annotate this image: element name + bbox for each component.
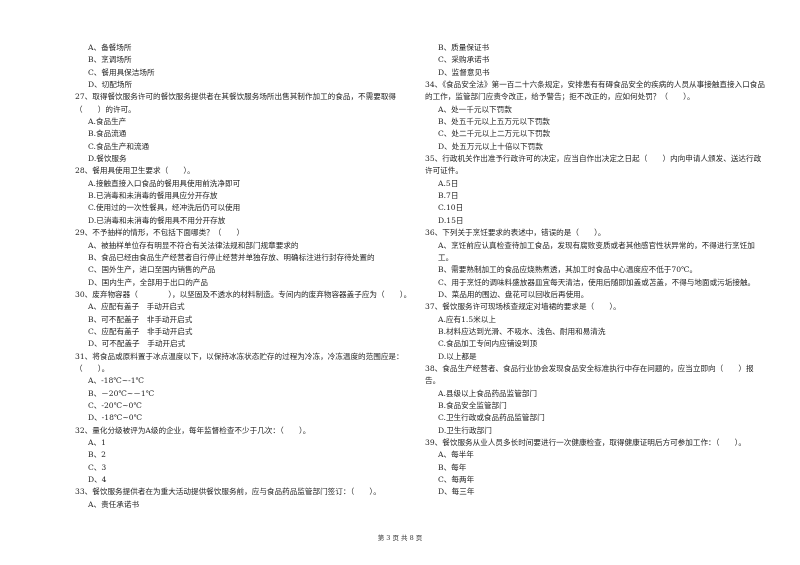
option: A、应配有盖子 手动开启式 [88,302,185,312]
question-30: 30、废弃物容器（ ），以坚固及不透水的材料制造。专间内的废弃物容器盖子应为（ … [75,289,415,351]
right-column: B、质量保证书 C、采购承诺书 D、监督意见书 34、《食品安全法》第一百二十六… [425,42,765,499]
option: B、处五千元以上五万元以下罚款 [438,117,550,127]
option: A、被抽样单位存有明显不符合有关法律法规和部门规章要求的 [88,240,299,250]
option: C、3 [88,462,107,472]
option: A.食品生产 [88,117,127,127]
question-stem: 35、行政机关作出准予行政许可的决定，应当自作出决定之日起（ ）内向申请人颁发、… [425,154,762,176]
option: D、切配场所 [88,80,133,90]
question-37: 37、餐饮服务许可现场核查规定对墙裙的要求是（ ）。 A.应有1.5米以上 B.… [425,301,765,363]
option: C、采购承诺书 [438,55,490,65]
question-stem: 34、《食品安全法》第一百二十六条规定，安排患有有碍食品安全的疾病的人员从事接触… [425,80,765,102]
option: A、烹饪前应认真检查待加工食品，发现有腐败变质或者其他感官性状异常的，不得进行烹… [438,240,755,262]
option: D.卫生行政部门 [438,425,492,435]
option: D、监督意见书 [438,67,490,77]
option: C.食品生产和流通 [88,141,150,151]
option: C.卫生行政或食品药品监管部门 [438,413,545,423]
option: B、可不配盖子 非手动开启式 [88,314,193,324]
question-39: 39、餐饮服务从业人员多长时间要进行一次健康检查，取得健康证明后方可参加工作：（… [425,437,765,499]
option: B、烹调场所 [88,55,132,65]
option: A.县级以上食品药品监管部门 [438,388,538,398]
option: B.7日 [438,191,459,201]
question-35: 35、行政机关作出准予行政许可的决定，应当自作出决定之日起（ ）内向申请人颁发、… [425,153,765,227]
option: D、-18℃~0℃ [88,413,143,423]
option: B.食品流通 [88,129,127,139]
option: C、用于烹饪的调味料盛放器皿宜每天清洁，使用后随即加盖或苫盖，不得与地面或污垢接… [438,277,756,287]
question-32: 32、量化分级被评为A级的企业，每年监督检查不少于几次：（ ）。 A、1 B、2… [75,425,415,487]
option: B.食品安全监管部门 [438,400,507,410]
option: C.使用过的一次性餐具，经冲洗后仍可以使用 [88,203,241,213]
option: B、－20℃~－1℃ [88,388,155,398]
option: D.以上都是 [438,351,477,361]
question-stem: 27、取得餐饮服务许可的餐饮服务提供者在其餐饮服务场所出售其制作加工的食品，不需… [75,92,397,114]
option: B、食品已经由食品生产经营者自行停止经营并单独存放、明确标注进行封存待处置的 [88,252,375,262]
question-31: 31、将食品或原料置于冰点温度以下，以保持冰冻状态贮存的过程为冷冻，冷冻温度的范… [75,351,415,425]
option: A、1 [88,438,106,447]
carryover-options-left: A、备餐场所 B、烹调场所 C、餐用具保洁场所 D、切配场所 [75,42,415,91]
question-36: 36、下列关于烹饪要求的表述中，错误的是（ ）。 A、烹饪前应认真检查待加工食品… [425,227,765,301]
question-stem: 29、不予抽样的情形，不包括下面哪类？（ ） [75,228,245,238]
option: C、应配有盖子 非手动开启式 [88,326,193,336]
option: B、每年 [438,462,467,472]
carryover-options-right: B、质量保证书 C、采购承诺书 D、监督意见书 [425,42,765,79]
option: D、菜品用的围边、盘花可以回收后再使用。 [438,289,589,299]
option: A、每半年 [438,450,474,460]
question-28: 28、餐用具使用卫生要求（ ）。 A.接触直接入口食品的餐用具使用前洗净即可 B… [75,165,415,227]
question-stem: 38、食品生产经营者、食品行业协会发现食品安全标准执行中存在问题的，应当立即向（… [425,363,754,386]
option: B、质量保证书 [438,43,490,52]
option: A.接触直接入口食品的餐用具使用前洗净即可 [88,178,241,188]
left-column: A、备餐场所 B、烹调场所 C、餐用具保洁场所 D、切配场所 27、取得餐饮服务… [75,42,415,511]
question-stem: 37、餐饮服务许可现场核查规定对墙裙的要求是（ ）。 [425,302,621,312]
option: C.食品加工专间内应铺设到顶 [438,339,538,349]
question-33: 33、餐饮服务提供者在为重大活动提供餐饮服务前，应与食品药品监管部门签订：（ ）… [75,486,415,511]
option: A.5日 [438,178,459,188]
option: D.餐饮服务 [88,154,127,164]
option: A.应有1.5米以上 [438,314,496,324]
option: D.已消毒和未消毒的餐用具不用分开存放 [88,215,226,225]
option: A、责任承诺书 [88,499,140,509]
option: D、国内生产，全部用于出口的产品 [88,277,208,287]
option: D、每三年 [438,487,475,497]
option: C、餐用具保洁场所 [88,67,155,77]
question-stem: 30、废弃物容器（ ），以坚固及不透水的材料制造。专间内的废弃物容器盖子应为（ … [75,289,412,299]
option: C、每两年 [438,475,475,485]
option: C、-20℃~0℃ [88,400,142,410]
question-29: 29、不予抽样的情形，不包括下面哪类？（ ） A、被抽样单位存有明显不符合有关法… [75,227,415,289]
option: C、处二千元以上二万元以下罚款 [438,129,551,139]
question-stem: 28、餐用具使用卫生要求（ ）。 [75,166,195,176]
option: C.10日 [438,203,464,213]
option: B.材料应达到光滑、不吸水、浅色、耐用和易清洗 [438,326,606,336]
option: D.15日 [438,215,464,225]
option: A、-18℃~-1℃ [88,376,145,386]
question-stem: 39、餐饮服务从业人员多长时间要进行一次健康检查，取得健康证明后方可参加工作：（… [425,438,746,447]
option: D、4 [88,475,107,485]
option: D、可不配盖子 手动开启式 [88,339,186,349]
option: A、处一千元以下罚款 [438,104,512,114]
question-stem: 33、餐饮服务提供者在为重大活动提供餐饮服务前，应与食品药品监管部门签订：（ ）… [75,487,381,497]
option: D、处五万元以上十倍以下罚款 [438,141,543,151]
question-27: 27、取得餐饮服务许可的餐饮服务提供者在其餐饮服务场所出售其制作加工的食品，不需… [75,91,415,165]
page-number: 第 3 页 共 8 页 [377,534,423,542]
option: C、国外生产，进口至国内销售的产品 [88,265,216,275]
question-stem: 36、下列关于烹饪要求的表述中，错误的是（ ）。 [425,228,606,238]
question-stem: 32、量化分级被评为A级的企业，每年监督检查不少于几次：（ ）。 [75,425,311,435]
question-38: 38、食品生产经营者、食品行业协会发现食品安全标准执行中存在问题的，应当立即向（… [425,363,765,437]
option: B.已消毒和未消毒的餐用具应分开存放 [88,191,218,201]
option: A、备餐场所 [88,43,132,52]
question-34: 34、《食品安全法》第一百二十六条规定，安排患有有碍食品安全的疾病的人员从事接触… [425,79,765,153]
option: B、2 [88,450,107,460]
option: B、需要熟制加工的食品应烧熟煮透，其加工时食品中心温度应不低于70℃。 [438,265,698,275]
question-stem: 31、将食品或原料置于冰点温度以下，以保持冰冻状态贮存的过程为冷冻，冷冻温度的范… [75,351,404,373]
